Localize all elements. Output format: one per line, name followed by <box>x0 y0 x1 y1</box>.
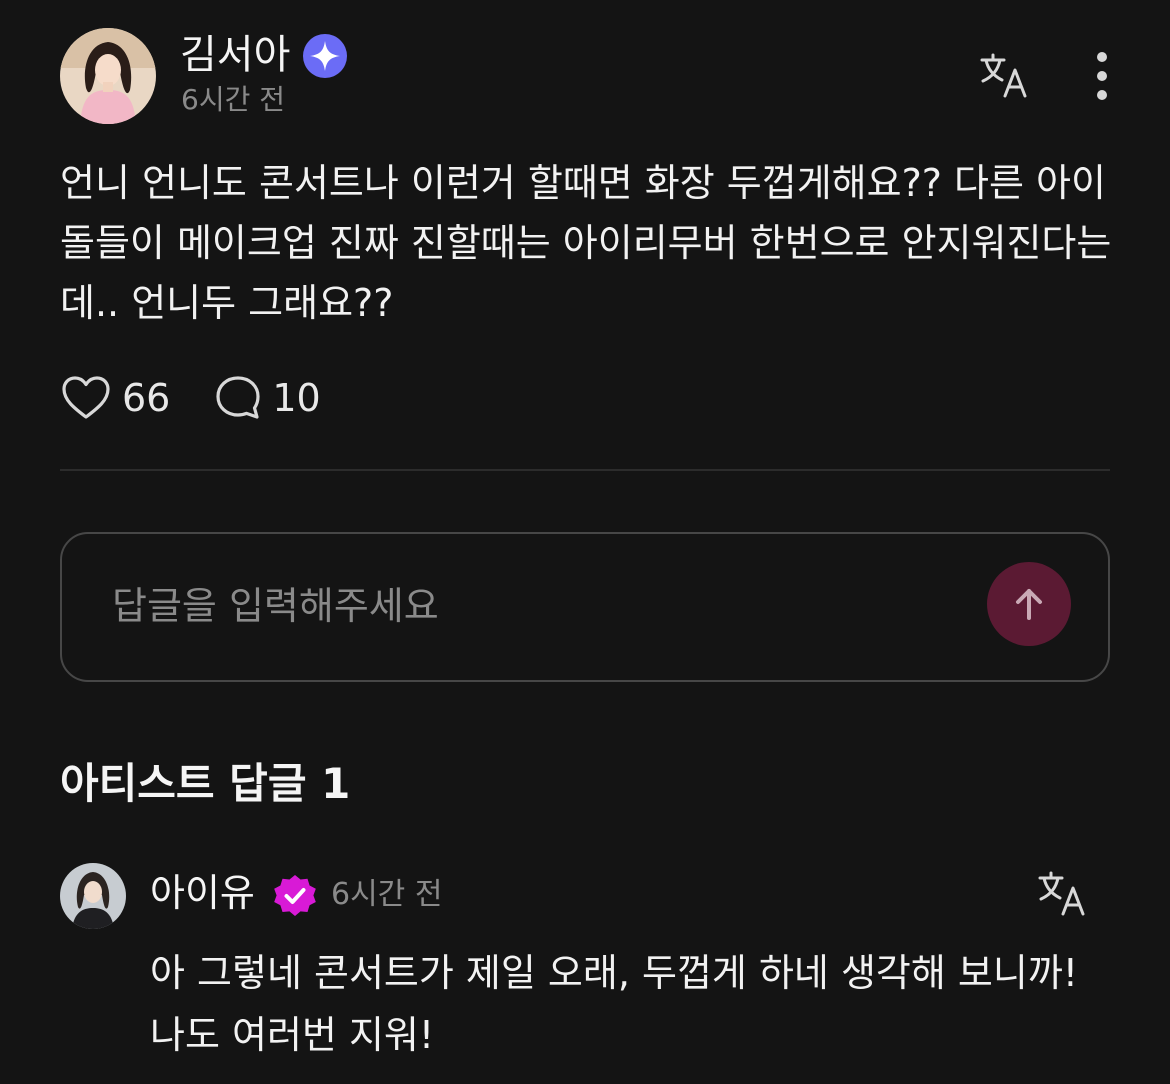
sparkle-badge-icon <box>302 33 348 79</box>
translate-button[interactable] <box>978 52 1030 100</box>
artist-replies-heading: 아티스트 답글 1 <box>60 759 351 808</box>
post-author-name[interactable]: 김서아 <box>180 30 290 80</box>
like-button[interactable]: 66 <box>60 373 170 423</box>
reply-author-avatar[interactable] <box>60 863 126 929</box>
send-reply-button[interactable] <box>987 562 1071 646</box>
comment-bubble-icon <box>216 376 260 419</box>
reply-input[interactable] <box>112 574 932 638</box>
comment-button[interactable]: 10 <box>214 373 321 423</box>
reply-input-box <box>60 532 1110 682</box>
post-body-text: 언니 언니도 콘서트나 이런거 할때면 화장 두껍게해요?? 다른 아이돌들이 … <box>60 161 1112 325</box>
divider <box>60 469 1110 471</box>
post-timestamp: 6시간 전 <box>181 83 285 116</box>
translate-icon <box>980 53 1027 98</box>
more-options-button[interactable] <box>1082 48 1122 104</box>
arrow-up-icon <box>1016 589 1042 620</box>
like-count: 66 <box>122 376 171 420</box>
verified-check-badge-icon <box>272 873 318 919</box>
reply-author-name[interactable]: 아이유 <box>150 868 255 918</box>
comment-count: 10 <box>272 376 321 420</box>
more-vertical-icon <box>1097 52 1107 100</box>
reply-timestamp: 6시간 전 <box>331 877 443 912</box>
post-author-avatar[interactable] <box>60 28 156 124</box>
reply-translate-button[interactable] <box>1036 870 1088 918</box>
post-reactions: 66 10 <box>60 372 321 424</box>
translate-icon <box>1038 871 1085 916</box>
heart-icon <box>62 376 110 419</box>
reply-body-text: 아 그렇네 콘서트가 제일 오래, 두껍게 하네 생각해 보니까! 나도 여러번… <box>150 951 1079 1057</box>
